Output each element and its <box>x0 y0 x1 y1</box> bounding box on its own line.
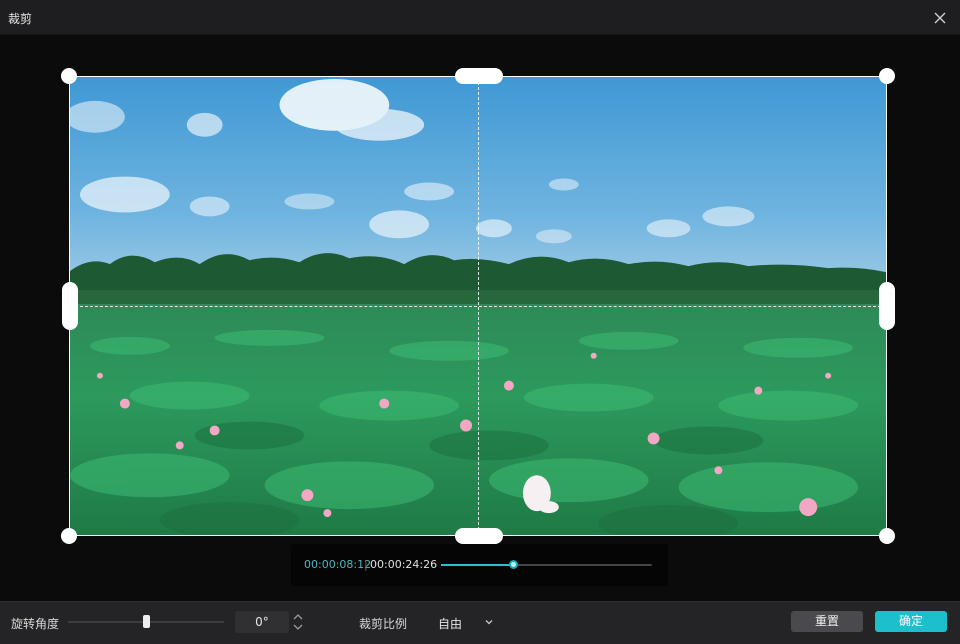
bottom-toolbar: 旋转角度 0° 裁剪比例 自由 重置 确定 <box>0 601 960 644</box>
dialog-title: 裁剪 <box>8 12 33 26</box>
crop-handle-bottom[interactable] <box>455 528 503 544</box>
crop-handle-bottom-left[interactable] <box>61 528 77 544</box>
playback-bar: 00:00:08:12 | 00:00:24:26 <box>291 544 668 586</box>
rotation-stepper[interactable] <box>291 611 305 633</box>
crop-ratio-label: 裁剪比例 <box>359 617 408 631</box>
rotation-label: 旋转角度 <box>11 617 60 631</box>
reset-button[interactable]: 重置 <box>791 611 863 632</box>
center-guide-horizontal <box>70 306 886 307</box>
confirm-button[interactable]: 确定 <box>875 611 947 632</box>
crop-handle-bottom-right[interactable] <box>879 528 895 544</box>
progress-thumb[interactable] <box>508 560 518 569</box>
crop-handle-top[interactable] <box>455 68 503 84</box>
chevron-down-icon <box>485 620 493 625</box>
rotation-angle-input[interactable]: 0° <box>235 611 289 633</box>
rotation-slider-thumb[interactable] <box>143 615 150 628</box>
total-time: 00:00:24:26 <box>370 558 438 571</box>
crop-handle-right[interactable] <box>879 282 895 330</box>
close-icon[interactable] <box>930 8 950 28</box>
crop-ratio-value: 自由 <box>438 617 463 631</box>
crop-handle-left[interactable] <box>62 282 78 330</box>
progress-slider[interactable] <box>441 560 652 569</box>
rotation-slider[interactable] <box>68 615 224 628</box>
title-bar: 裁剪 <box>0 0 960 35</box>
crop-handle-top-left[interactable] <box>61 68 77 84</box>
preview-stage: 00:00:08:12 | 00:00:24:26 <box>0 36 960 601</box>
time-separator: | <box>364 558 368 571</box>
crop-ratio-select[interactable]: 自由 <box>430 611 500 633</box>
current-time: 00:00:08:12 <box>304 558 372 571</box>
progress-fill <box>441 564 513 566</box>
crop-handle-top-right[interactable] <box>879 68 895 84</box>
crop-area[interactable] <box>69 76 887 536</box>
crop-dialog: 裁剪 00:00:08:12 | 00:00:24:26 旋转角度 0° 裁剪比… <box>0 0 960 644</box>
